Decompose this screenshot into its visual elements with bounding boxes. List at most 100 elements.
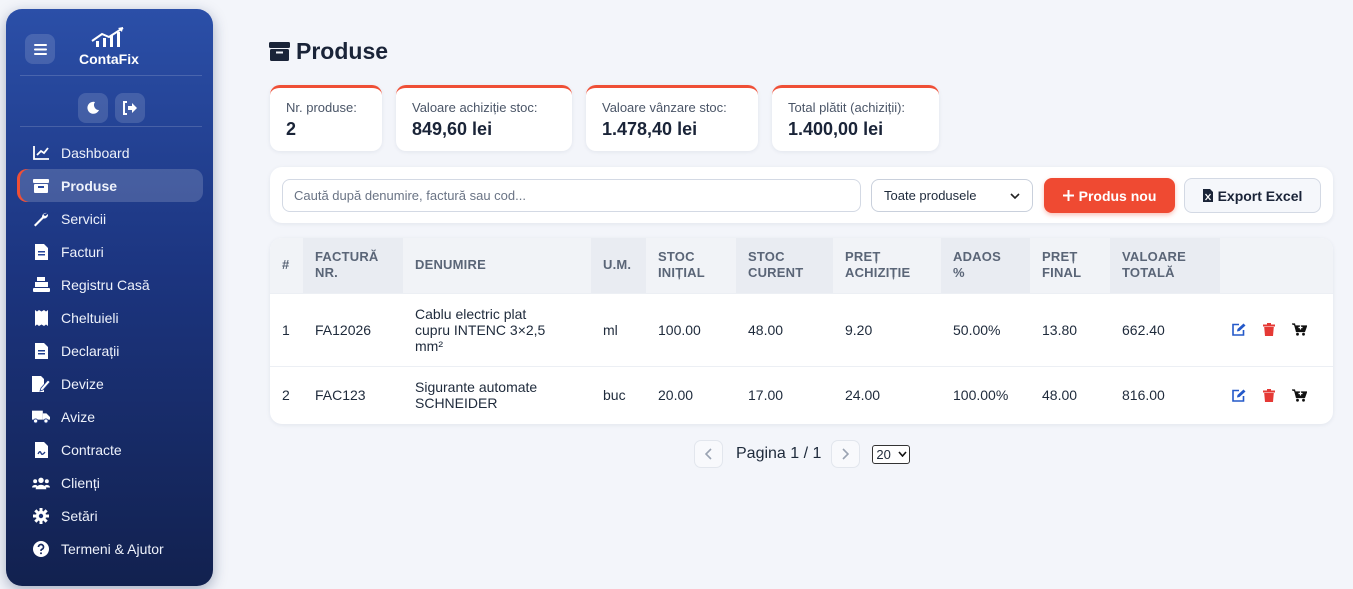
cell-pret-achizitie: 24.00 — [833, 365, 941, 424]
stat-label: Valoare vânzare stoc: — [602, 100, 727, 115]
filter-select[interactable]: Toate produsele — [871, 179, 1033, 212]
sidebar-item-produse[interactable]: Produse — [17, 169, 203, 202]
dark-mode-button[interactable] — [77, 93, 108, 123]
sidebar-item-label: Dashboard — [61, 144, 130, 161]
export-excel-button[interactable]: Export Excel — [1184, 178, 1321, 213]
menu-toggle-button[interactable] — [25, 34, 55, 64]
toolbar: Toate produsele Produs nou Export Excel — [270, 167, 1333, 223]
moon-icon — [86, 101, 99, 114]
sidebar-item-servicii[interactable]: Servicii — [17, 202, 203, 235]
stats-cards: Nr. produse: 2 Valoare achiziție stoc: 8… — [270, 85, 939, 151]
edit-icon[interactable] — [1232, 323, 1246, 336]
cell-stoc-initial: 100.00 — [646, 292, 736, 366]
stat-card-valoare-achizitie: Valoare achiziție stoc: 849,60 lei — [396, 85, 572, 151]
stat-label: Nr. produse: — [286, 100, 357, 115]
sidebar-item-label: Cheltuieli — [61, 309, 119, 326]
document-icon — [32, 342, 50, 360]
logout-icon — [123, 101, 137, 115]
logout-button[interactable] — [114, 93, 145, 123]
cell-actions — [1220, 292, 1333, 366]
sidebar-item-termeni-ajutor[interactable]: Termeni & Ajutor — [17, 532, 203, 565]
chevron-down-icon — [1010, 192, 1020, 199]
delete-icon[interactable] — [1263, 323, 1275, 336]
sidebar-item-devize[interactable]: Devize — [17, 367, 203, 400]
cell-um: buc — [591, 365, 646, 424]
stat-value: 2 — [286, 119, 297, 139]
sidebar-nav: Dashboard Produse Servicii Facturi Regis… — [17, 136, 203, 565]
question-icon — [32, 540, 50, 558]
users-icon — [32, 474, 50, 492]
sidebar-item-label: Produse — [61, 177, 118, 194]
sidebar-item-declaratii[interactable]: Declarații — [17, 334, 203, 367]
table-header-row: # FACTURĂ NR. DENUMIRE U.M. STOC INIȚIAL… — [270, 238, 1333, 293]
sidebar-item-avize[interactable]: Avize — [17, 400, 203, 433]
cell-actions — [1220, 365, 1333, 424]
export-excel-label: Export Excel — [1217, 187, 1303, 204]
cell-adaos: 50.00% — [941, 292, 1030, 366]
sidebar-item-label: Setări — [61, 507, 98, 524]
sidebar-item-setari[interactable]: Setări — [17, 499, 203, 532]
sidebar-item-facturi[interactable]: Facturi — [17, 235, 203, 268]
cell-adaos: 100.00% — [941, 365, 1030, 424]
cell-factura: FA12026 — [303, 292, 403, 366]
cell-pret-achizitie: 9.20 — [833, 292, 941, 366]
page-size-select[interactable]: 20 — [872, 444, 911, 464]
brand-name: ContaFix — [79, 51, 139, 67]
sidebar-item-label: Registru Casă — [61, 276, 150, 293]
page-indicator: Pagina 1 / 1 — [736, 445, 822, 462]
sidebar-item-label: Servicii — [61, 210, 107, 227]
cell-pret-final: 48.00 — [1030, 365, 1110, 424]
stat-label: Total plătit (achiziții): — [788, 100, 906, 115]
excel-file-icon — [1202, 189, 1213, 202]
stat-card-valoare-vanzare: Valoare vânzare stoc: 1.478,40 lei — [586, 85, 758, 151]
sidebar-item-label: Termeni & Ajutor — [61, 540, 164, 557]
cell-valoare: 816.00 — [1110, 365, 1220, 424]
cash-register-icon — [32, 276, 50, 294]
col-header-valoare-totala: VALOARE TOTALĂ — [1110, 238, 1220, 293]
page-title-text: Produse — [296, 38, 389, 64]
sidebar-item-registru-casa[interactable]: Registru Casă — [17, 268, 203, 301]
filter-select-value: Toate produsele — [884, 188, 977, 203]
cell-stoc-curent: 17.00 — [736, 365, 833, 424]
gear-icon — [32, 507, 50, 525]
new-product-button[interactable]: Produs nou — [1044, 178, 1175, 213]
new-product-label: Produs nou — [1078, 187, 1157, 204]
page-title: Produse — [269, 38, 388, 65]
col-header-um: U.M. — [591, 238, 646, 293]
prev-page-button[interactable] — [694, 440, 723, 468]
contract-icon — [32, 441, 50, 459]
chart-line-icon — [32, 144, 50, 162]
col-header-nr: # — [282, 257, 290, 273]
col-header-stoc-curent: STOC CURENT — [736, 238, 833, 293]
sidebar-item-label: Facturi — [61, 243, 104, 260]
sidebar-item-label: Avize — [61, 408, 95, 425]
cell-factura: FAC123 — [303, 365, 403, 424]
cart-icon[interactable] — [1292, 323, 1307, 336]
sidebar-item-dashboard[interactable]: Dashboard — [17, 136, 203, 169]
box-icon — [269, 42, 290, 61]
cell-nr: 2 — [270, 365, 303, 424]
search-input[interactable] — [282, 179, 861, 212]
sidebar: ContaFix Dashboard Produse Servicii Fact… — [6, 9, 213, 586]
chevron-right-icon — [842, 448, 850, 460]
col-header-adaos: ADAOS % — [941, 238, 1030, 293]
cell-denumire: Sigurante automate SCHNEIDER — [403, 365, 591, 424]
sidebar-item-label: Contracte — [61, 441, 122, 458]
sidebar-header: ContaFix — [20, 27, 202, 76]
cell-um: ml — [591, 292, 646, 366]
sidebar-item-contracte[interactable]: Contracte — [17, 433, 203, 466]
sidebar-item-clienti[interactable]: Clienți — [17, 466, 203, 499]
col-header-actions — [1220, 238, 1333, 293]
col-header-denumire: DENUMIRE — [415, 257, 486, 273]
col-header-pret-final: PREȚ FINAL — [1042, 249, 1082, 281]
delete-icon[interactable] — [1263, 388, 1275, 402]
edit-icon[interactable] — [1232, 389, 1246, 402]
sidebar-item-label: Declarații — [61, 342, 120, 359]
cell-stoc-curent: 48.00 — [736, 292, 833, 366]
stat-value: 1.400,00 lei — [788, 119, 884, 139]
cart-icon[interactable] — [1292, 389, 1307, 402]
next-page-button[interactable] — [831, 440, 861, 468]
hamburger-icon — [33, 43, 47, 55]
sidebar-quick-actions — [20, 85, 202, 127]
sidebar-item-cheltuieli[interactable]: Cheltuieli — [17, 301, 203, 334]
